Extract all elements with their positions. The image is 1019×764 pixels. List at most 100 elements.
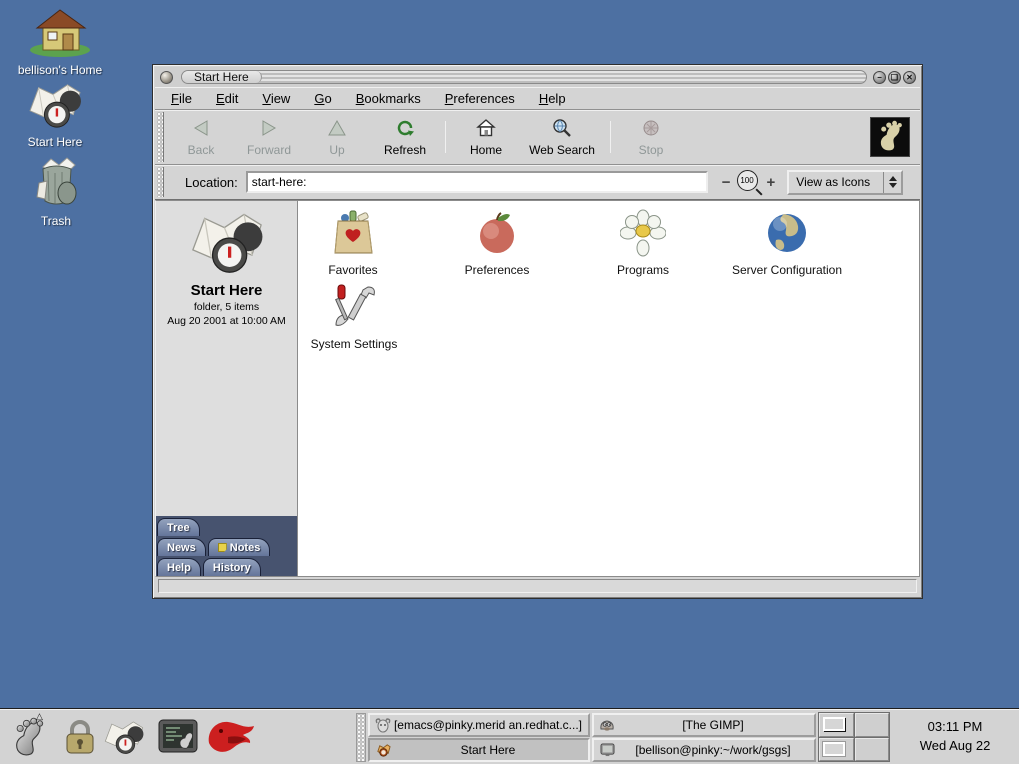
favorites-icon [330, 246, 376, 260]
trash-icon [29, 198, 83, 212]
start-here-launcher[interactable] [102, 716, 146, 760]
menu-arrow-icon: △ [36, 711, 43, 722]
maximize-button[interactable]: ❑ [888, 71, 901, 84]
back-button[interactable]: Back [167, 113, 235, 161]
titlebar[interactable]: Start Here − ❑ ✕ [155, 67, 920, 87]
minimize-button[interactable]: − [873, 71, 886, 84]
gnome-foot-icon [11, 717, 45, 760]
web-search-button[interactable]: Web Search [520, 113, 604, 161]
task-emacs[interactable]: [emacs@pinky.merid an.redhat.c...] [368, 713, 590, 737]
forward-icon [258, 118, 280, 141]
file-server-configuration[interactable]: Server Configuration [712, 209, 862, 277]
window-title: Start Here [182, 71, 262, 83]
sidebar-tab-tree[interactable]: Tree [157, 518, 200, 536]
icon-view[interactable]: Favorites Preferences [298, 200, 920, 577]
sidebar: Start Here folder, 5 items Aug 20 2001 a… [155, 200, 298, 577]
desktop-icon-label: bellison's Home [5, 63, 115, 77]
toolbar-gripper[interactable] [157, 112, 164, 162]
desktop-icon-home[interactable]: bellison's Home [5, 6, 115, 77]
lock-screen-button[interactable] [58, 716, 102, 760]
titlebar-channel: Start Here [181, 70, 867, 84]
terminal-launcher[interactable] [156, 716, 200, 760]
menu-preferences[interactable]: Preferences [441, 89, 519, 108]
location-label: Location: [185, 175, 238, 190]
close-button[interactable]: ✕ [903, 71, 916, 84]
sidebar-tabs: Tree News Notes Help History [156, 516, 297, 576]
file-programs[interactable]: Programs [595, 209, 691, 277]
refresh-icon [394, 118, 416, 141]
menu-file[interactable]: File [167, 89, 196, 108]
task-bellison-terminal[interactable]: [bellison@pinky:~/work/gsgs] [592, 738, 816, 762]
zoom-indicator[interactable]: 100 [737, 170, 761, 194]
zoom-out-icon[interactable]: − [722, 175, 731, 190]
server-configuration-icon [764, 246, 810, 260]
stop-button[interactable]: Stop [617, 113, 685, 161]
location-bar-gripper[interactable] [157, 167, 164, 197]
window-menu-button[interactable] [160, 71, 173, 84]
forward-button[interactable]: Forward [235, 113, 303, 161]
location-bar: Location: − 100 + View as Icons [155, 165, 920, 200]
file-favorites[interactable]: Favorites [305, 209, 401, 277]
up-button[interactable]: Up [303, 113, 371, 161]
back-icon [190, 118, 212, 141]
file-system-settings[interactable]: System Settings [306, 281, 402, 351]
mozilla-icon [206, 717, 258, 760]
system-settings-icon [330, 320, 378, 334]
view-mode-label: View as Icons [789, 175, 883, 189]
desktop-icon-trash[interactable]: Trash [1, 155, 111, 228]
location-input[interactable] [246, 171, 708, 193]
home-icon [475, 118, 497, 141]
menu-edit[interactable]: Edit [212, 89, 242, 108]
spin-down-icon [889, 183, 897, 188]
home-button[interactable]: Home [452, 113, 520, 161]
menu-view[interactable]: View [258, 89, 294, 108]
workspace-pager[interactable] [818, 712, 890, 762]
home-folder-icon [27, 47, 93, 61]
file-preferences[interactable]: Preferences [449, 209, 545, 277]
menu-help[interactable]: Help [535, 89, 570, 108]
note-icon [218, 543, 227, 552]
menu-bookmarks[interactable]: Bookmarks [352, 89, 425, 108]
terminal-small-icon [598, 743, 616, 757]
emacs-gnu-icon [374, 717, 392, 733]
web-search-icon [551, 118, 573, 141]
menu-go[interactable]: Go [310, 89, 335, 108]
refresh-button[interactable]: Refresh [371, 113, 439, 161]
workspace-2[interactable] [855, 713, 890, 737]
start-here-icon [185, 266, 269, 280]
sidebar-tab-help[interactable]: Help [157, 558, 201, 576]
sidebar-tab-notes[interactable]: Notes [208, 538, 271, 556]
stop-icon [640, 118, 662, 141]
desktop-icon-start-here[interactable]: Start Here [0, 80, 110, 149]
pager-window [823, 742, 845, 756]
view-mode-spinner[interactable] [883, 172, 901, 193]
toolbar: Back Forward Up [155, 110, 920, 165]
file-manager-window: Start Here − ❑ ✕ File Edit View Go Bookm… [152, 64, 923, 599]
gimp-wilber-icon [598, 717, 616, 733]
sidebar-info: Start Here folder, 5 items Aug 20 2001 a… [156, 201, 297, 327]
start-here-icon [101, 718, 147, 759]
mozilla-launcher[interactable] [206, 716, 258, 760]
panel: △ [0, 708, 1019, 764]
preferences-icon [474, 246, 520, 260]
toolbar-separator [445, 121, 446, 153]
workspace-4[interactable] [855, 738, 890, 762]
clock-applet[interactable]: 03:11 PM Wed Aug 22 [891, 709, 1019, 764]
task-start-here[interactable]: Start Here [368, 738, 590, 762]
task-gimp[interactable]: [The GIMP] [592, 713, 816, 737]
start-here-small-icon [374, 743, 392, 758]
sidebar-date: Aug 20 2001 at 10:00 AM [156, 315, 297, 327]
start-here-icon [24, 119, 86, 133]
sidebar-details: folder, 5 items [156, 301, 297, 313]
zoom-in-icon[interactable]: + [767, 175, 776, 190]
view-mode-select[interactable]: View as Icons [787, 170, 903, 195]
clock-time: 03:11 PM [928, 718, 983, 737]
tasklist-handle[interactable] [356, 713, 366, 762]
main-menu-button[interactable] [6, 716, 50, 760]
sidebar-tab-history[interactable]: History [203, 558, 261, 576]
programs-icon [620, 246, 666, 260]
workspace-1[interactable] [819, 713, 854, 737]
sidebar-tab-news[interactable]: News [157, 538, 206, 556]
workspace-3[interactable] [819, 738, 854, 762]
sidebar-title: Start Here [156, 282, 297, 299]
